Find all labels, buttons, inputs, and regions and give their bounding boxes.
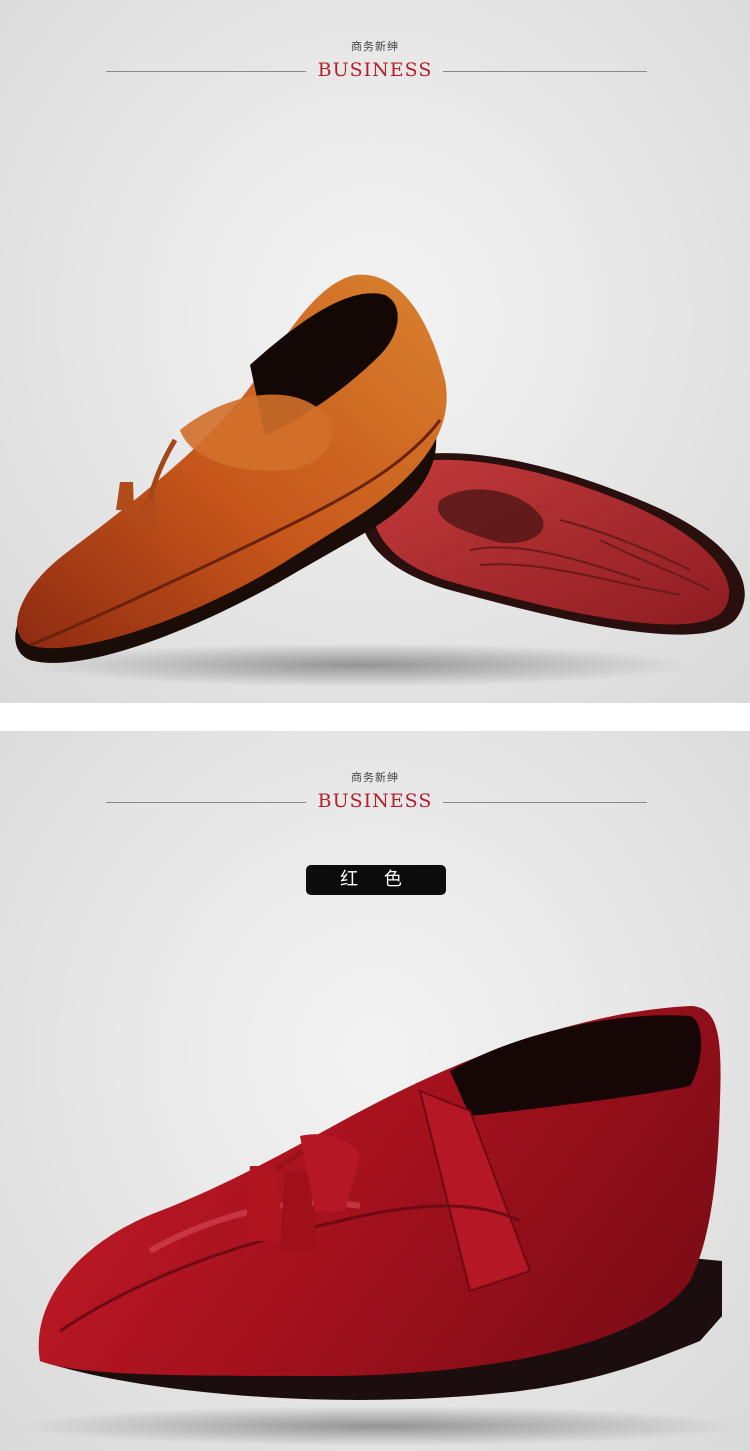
divider-line-right [443, 802, 647, 803]
product-section-orange: 商务新绅 BUSINESS [0, 0, 750, 703]
shoe-upper [38, 1006, 722, 1400]
section-subtitle: 商务新绅 [351, 771, 399, 784]
section-header: 商务新绅 BUSINESS [0, 769, 750, 819]
section-header: 商务新绅 BUSINESS [0, 38, 750, 88]
shoe-upper [15, 274, 447, 663]
section-title: BUSINESS [317, 790, 433, 812]
product-section-red: 商务新绅 BUSINESS 红 色 [0, 731, 750, 1451]
product-photo-red-loafer [20, 1006, 740, 1446]
color-badge: 红 色 [306, 865, 446, 895]
section-subtitle: 商务新绅 [351, 40, 399, 53]
product-photo-orange-loafer [15, 274, 745, 687]
divider-line-right [443, 71, 647, 72]
section-gap [0, 703, 750, 731]
section-title: BUSINESS [317, 59, 433, 81]
